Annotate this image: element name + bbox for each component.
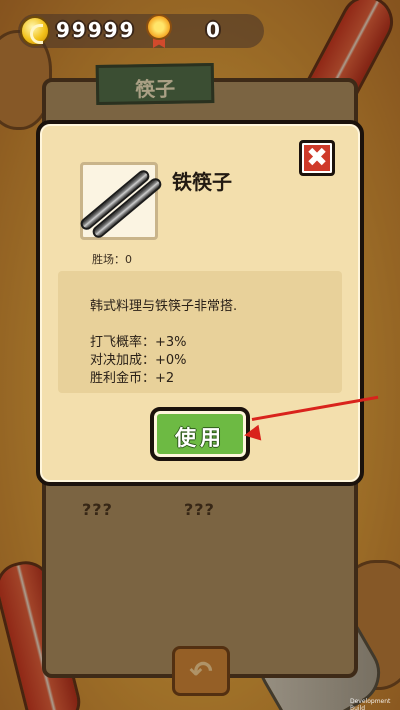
close-icon: ✖ xyxy=(306,143,328,173)
use-button-label: 使用 xyxy=(175,426,225,450)
medal-icon xyxy=(146,14,172,48)
use-button[interactable]: 使用 xyxy=(150,407,250,461)
stat-row: 打飞概率：+3% xyxy=(90,331,187,350)
item-image-frame xyxy=(78,162,164,241)
stat-row: 胜利金币：+2 xyxy=(90,367,174,386)
item-description: 韩式料理与铁筷子非常搭. xyxy=(90,299,238,314)
build-watermark: Development Build xyxy=(350,698,391,710)
wins-line: 胜场：0 xyxy=(92,251,132,267)
annotation-arrow-head xyxy=(242,424,262,444)
stat-value: +3% xyxy=(155,335,187,350)
stat-value: +2 xyxy=(155,371,175,386)
stat-label: 对决加成： xyxy=(90,353,156,368)
stat-label: 打飞概率： xyxy=(90,335,156,350)
wins-value: 0 xyxy=(125,253,132,266)
coin-count: 99999 xyxy=(56,18,136,42)
stat-value: +0% xyxy=(155,353,187,368)
medal-count: 0 xyxy=(206,18,220,42)
wins-label: 胜场： xyxy=(92,253,125,266)
currency-bar xyxy=(18,14,264,48)
stat-label: 胜利金币： xyxy=(90,371,156,386)
stat-row: 对决加成：+0% xyxy=(90,349,187,368)
coin-icon xyxy=(20,16,50,46)
item-name: 铁筷子 xyxy=(172,170,232,194)
close-button[interactable]: ✖ xyxy=(299,140,335,176)
